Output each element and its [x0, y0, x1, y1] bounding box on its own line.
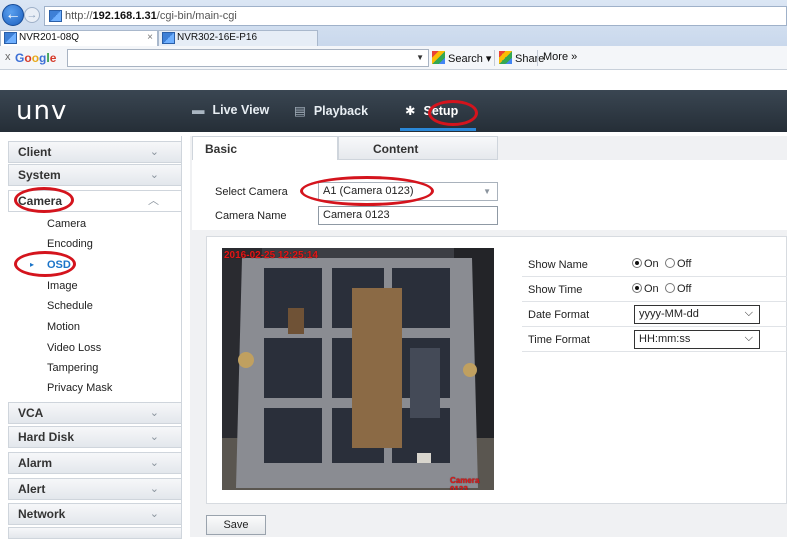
- tab-favicon-icon: [4, 32, 17, 44]
- chevron-down-icon: ⌄: [149, 457, 159, 469]
- sidebar-item-vca[interactable]: VCA ⌄: [8, 402, 182, 424]
- google-search-button[interactable]: Search ▾: [432, 51, 491, 65]
- page-icon: [49, 10, 62, 22]
- sidebar-item-alert[interactable]: Alert ⌄: [8, 478, 182, 500]
- date-format-select[interactable]: yyyy-MM-dd ⌵: [634, 305, 760, 324]
- url-path: /cgi-bin/main-cgi: [156, 10, 237, 22]
- close-icon[interactable]: ×: [147, 31, 153, 45]
- tab-label: NVR201-08Q: [19, 32, 80, 43]
- url-host: 192.168.1.31: [92, 10, 157, 22]
- toolbar-divider: [537, 50, 538, 66]
- show-name-label: Show Name: [528, 259, 588, 271]
- more-button[interactable]: More »: [543, 51, 577, 63]
- chevron-down-icon: ⌄: [149, 483, 159, 495]
- sidebar-item-hard-disk[interactable]: Hard Disk ⌄: [8, 426, 182, 448]
- tab-nvr302[interactable]: NVR302-16E-P16: [158, 30, 318, 46]
- browser-toolbar: ← → http://192.168.1.31/cgi-bin/main-cgi…: [0, 0, 787, 46]
- unv-logo: unv: [16, 96, 68, 126]
- show-name-off-radio[interactable]: Off: [665, 258, 691, 270]
- time-format-select[interactable]: HH:mm:ss ⌵: [634, 330, 760, 349]
- chevron-up-icon: ︿: [148, 195, 159, 207]
- camera-name-input[interactable]: Camera 0123: [318, 206, 498, 225]
- sidebar-sub-motion[interactable]: Motion: [47, 321, 80, 333]
- close-toolbar-icon[interactable]: x: [5, 51, 11, 63]
- sidebar-sub-video-loss[interactable]: Video Loss: [47, 342, 101, 354]
- chevron-down-icon: ⌄: [149, 169, 159, 181]
- chevron-down-icon: ⌄: [149, 146, 159, 158]
- tab-basic[interactable]: Basic: [192, 136, 338, 161]
- page-top-gap: [0, 70, 787, 90]
- nav-live-view[interactable]: ▬ Live View: [192, 103, 269, 117]
- gear-icon: ✱: [405, 104, 416, 118]
- back-button[interactable]: ←: [2, 4, 24, 26]
- chevron-down-icon: ⌄: [149, 508, 159, 520]
- google-icon: [432, 51, 445, 64]
- sidebar-sub-privacy-mask[interactable]: Privacy Mask: [47, 382, 112, 394]
- video-preview: 2016-02-25 12:25:14 Camera 0123: [222, 248, 494, 490]
- monitor-icon: ▬: [192, 103, 205, 117]
- time-format-label: Time Format: [528, 334, 590, 346]
- camera-name-label: Camera Name: [215, 210, 287, 222]
- select-camera-dropdown[interactable]: A1 (Camera 0123) ▼: [318, 182, 498, 201]
- show-name-row: Show Name On Off: [522, 253, 787, 277]
- google-search-input[interactable]: ▼: [67, 49, 429, 67]
- dropdown-arrow-icon: ▼: [483, 187, 491, 196]
- chevron-down-icon: ⌄: [149, 407, 159, 419]
- show-time-on-radio[interactable]: On: [632, 283, 659, 295]
- nav-setup[interactable]: ✱ Setup: [405, 103, 458, 118]
- google-toolbar: x Google ▼ Search ▾ Share More »: [0, 46, 787, 70]
- app-header: unv ▬ Live View ▤ Playback ✱ Setup: [0, 90, 787, 132]
- sidebar-item-client[interactable]: Client ⌄: [8, 141, 182, 163]
- toolbar-divider: [494, 50, 495, 66]
- chevron-down-icon: ⌄: [149, 431, 159, 443]
- time-format-row: Time Format HH:mm:ss ⌵: [522, 328, 787, 352]
- show-name-on-radio[interactable]: On: [632, 258, 659, 270]
- sidebar-item-alarm[interactable]: Alarm ⌄: [8, 452, 182, 474]
- sidebar-sub-tampering[interactable]: Tampering: [47, 362, 98, 374]
- date-format-row: Date Format yyyy-MM-dd ⌵: [522, 303, 787, 327]
- tab-content[interactable]: Content: [338, 136, 498, 160]
- tab-label: NVR302-16E-P16: [177, 32, 258, 43]
- sidebar-sub-schedule[interactable]: Schedule: [47, 300, 93, 312]
- osd-camera-name: Camera 0123: [450, 476, 480, 490]
- address-bar[interactable]: http://192.168.1.31/cgi-bin/main-cgi: [44, 6, 787, 26]
- sidebar-item-network[interactable]: Network ⌄: [8, 503, 182, 525]
- show-time-off-radio[interactable]: Off: [665, 283, 691, 295]
- date-format-label: Date Format: [528, 309, 590, 321]
- sidebar-item-camera[interactable]: Camera ︿: [8, 190, 182, 212]
- osd-timestamp: 2016-02-25 12:25:14: [224, 250, 318, 261]
- selected-arrow-icon: ▸: [30, 260, 35, 269]
- dropdown-caret-icon[interactable]: ▼: [416, 53, 424, 62]
- sidebar-sub-encoding[interactable]: Encoding: [47, 238, 93, 250]
- sidebar-sub-osd[interactable]: OSD: [47, 259, 71, 271]
- active-nav-indicator: [400, 128, 476, 131]
- nav-playback[interactable]: ▤ Playback: [294, 103, 368, 118]
- show-time-row: Show Time On Off: [522, 278, 787, 302]
- sidebar-sub-image[interactable]: Image: [47, 280, 78, 292]
- chevron-down-icon: ⌵: [744, 307, 753, 319]
- camera-view-image: [222, 248, 494, 490]
- tab-strip: NVR201-08Q × NVR302-16E-P16: [0, 29, 787, 46]
- show-time-label: Show Time: [528, 284, 583, 296]
- sidebar-item-more[interactable]: [8, 527, 182, 539]
- tab-nvr201[interactable]: NVR201-08Q ×: [0, 30, 158, 46]
- film-icon: ▤: [294, 104, 306, 118]
- sidebar-sub-camera[interactable]: Camera: [47, 218, 86, 230]
- select-camera-label: Select Camera: [215, 186, 288, 198]
- google-logo: Google: [15, 51, 57, 65]
- forward-button[interactable]: →: [24, 7, 40, 23]
- save-button[interactable]: Save: [206, 515, 266, 535]
- url-prefix: http://: [65, 10, 93, 22]
- tab-favicon-icon: [162, 32, 175, 44]
- share-icon: [499, 51, 512, 64]
- chevron-down-icon: ⌵: [744, 332, 753, 344]
- sidebar-item-system[interactable]: System ⌄: [8, 164, 182, 186]
